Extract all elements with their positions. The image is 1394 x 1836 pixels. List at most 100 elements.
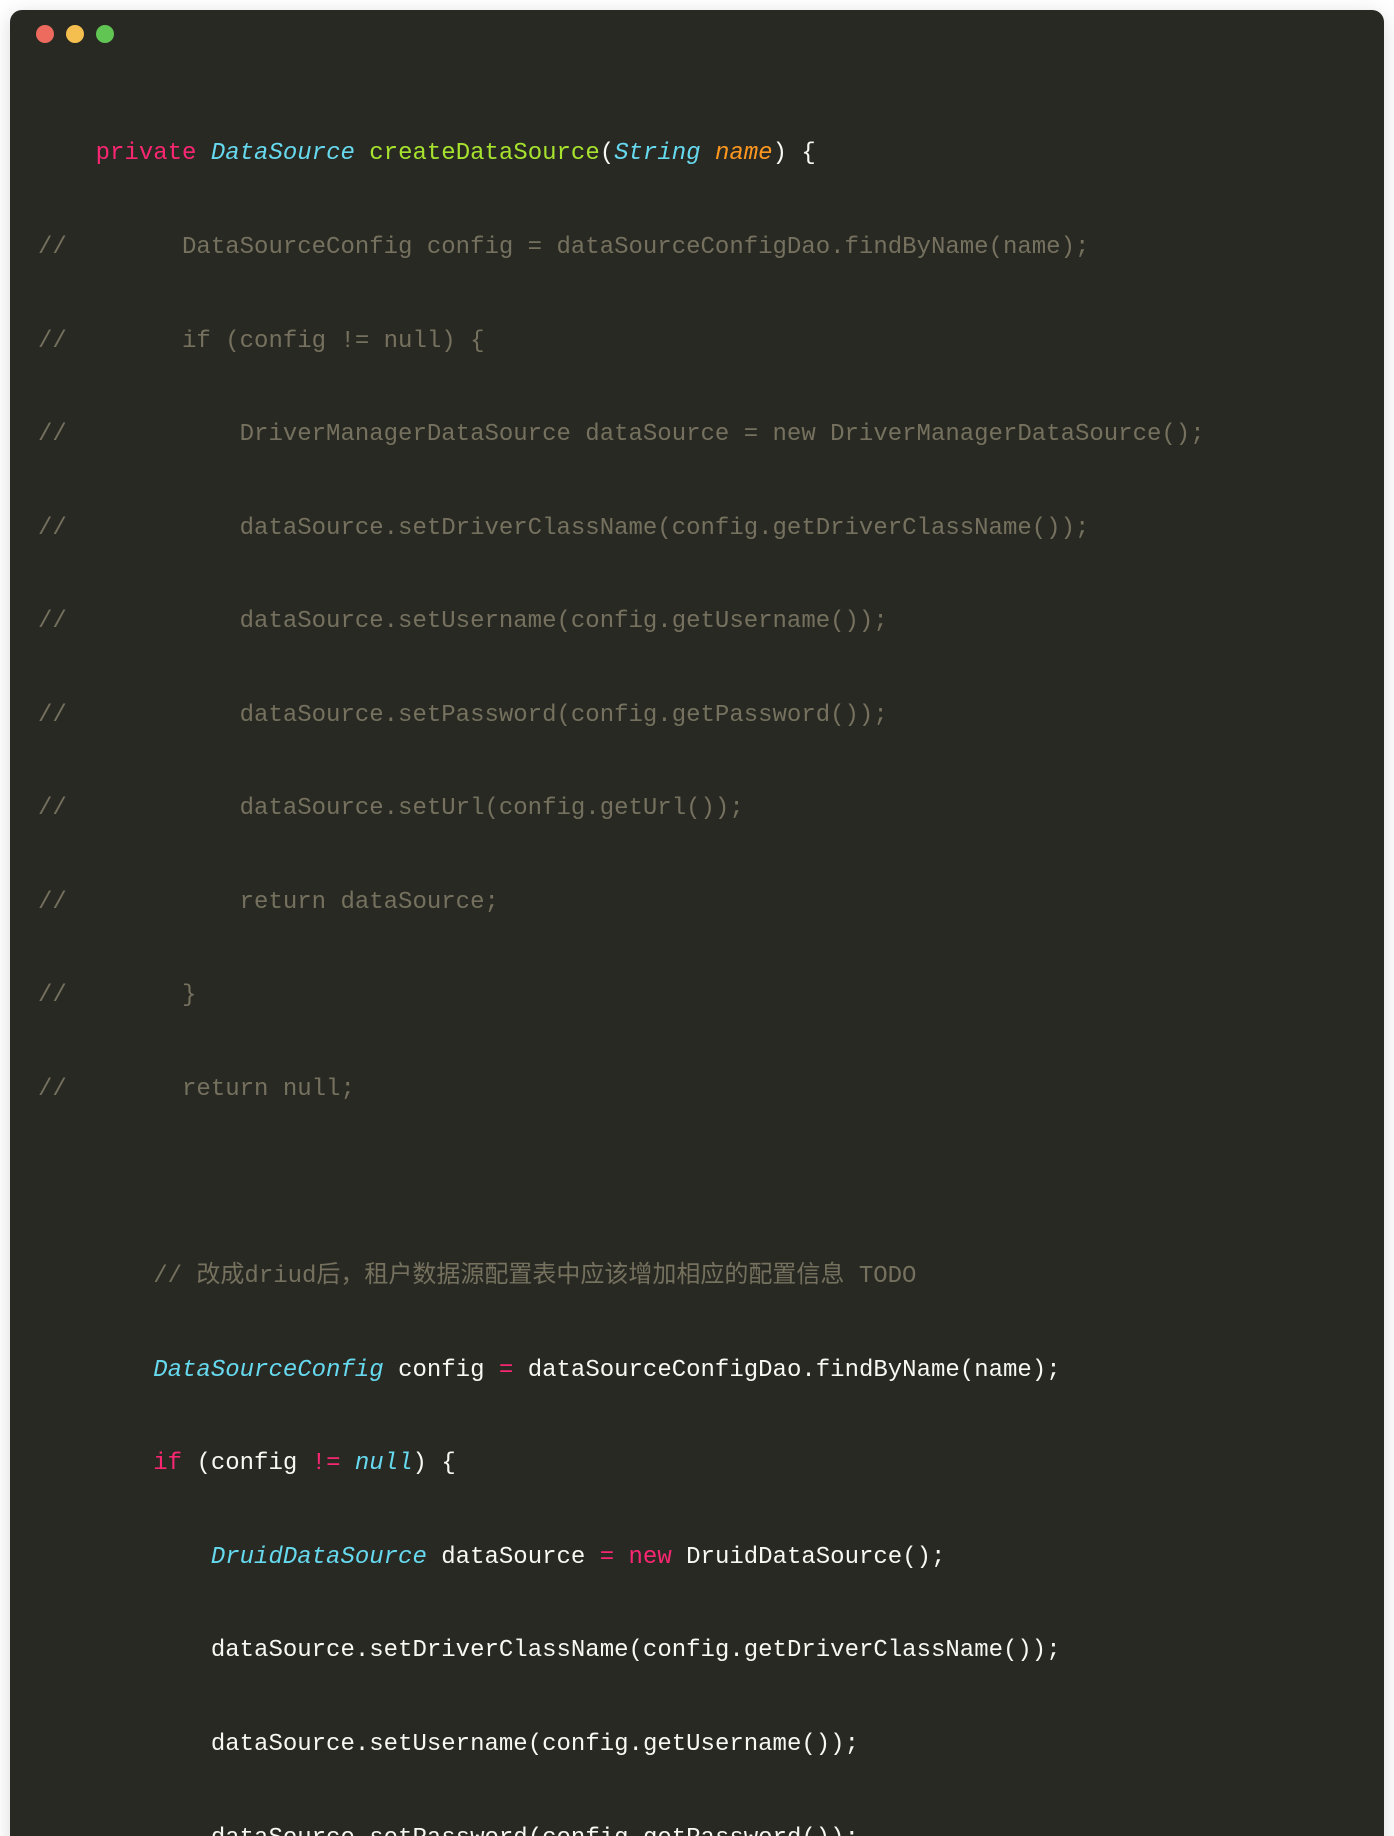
paren-open: ( bbox=[960, 1357, 974, 1384]
identifier: dataSource bbox=[441, 1544, 585, 1571]
editor-window: private DataSource createDataSource(Stri… bbox=[10, 10, 1384, 1836]
paren-open: ( bbox=[528, 1731, 542, 1758]
comment-todo: // 改成driud后，租户数据源配置表中应该增加相应的配置信息 TODO bbox=[153, 1263, 916, 1290]
indent bbox=[38, 1263, 153, 1290]
indent bbox=[38, 1637, 211, 1664]
paren-empty-semi: (); bbox=[902, 1544, 945, 1571]
comment-line: // dataSource.setDriverClassName(config.… bbox=[38, 513, 1356, 544]
method-call: getDriverClassName bbox=[744, 1637, 1003, 1664]
window-close-button[interactable] bbox=[36, 25, 54, 43]
dot: . bbox=[801, 1357, 815, 1384]
window-minimize-button[interactable] bbox=[66, 25, 84, 43]
space bbox=[787, 140, 801, 167]
indent bbox=[38, 1357, 153, 1384]
identifier: dataSource bbox=[211, 1731, 355, 1758]
comment-line: // DataSourceConfig config = dataSourceC… bbox=[38, 232, 1356, 263]
space bbox=[297, 1450, 311, 1477]
paren-open: ( bbox=[528, 1825, 542, 1836]
comment-line: // dataSource.setUrl(config.getUrl()); bbox=[38, 793, 1356, 824]
space bbox=[384, 1357, 398, 1384]
blank-line bbox=[38, 1168, 1356, 1199]
comment-line: // DriverManagerDataSource dataSource = … bbox=[38, 419, 1356, 450]
space bbox=[614, 1544, 628, 1571]
type-druiddatasource: DruidDataSource bbox=[211, 1544, 427, 1571]
identifier: name bbox=[974, 1357, 1032, 1384]
type-datasource: DataSource bbox=[211, 140, 355, 167]
identifier: config bbox=[643, 1637, 729, 1664]
space bbox=[196, 140, 210, 167]
space bbox=[427, 1544, 441, 1571]
indent bbox=[38, 1450, 153, 1477]
code-line: DataSourceConfig config = dataSourceConf… bbox=[38, 1355, 1356, 1386]
brace-open: { bbox=[801, 140, 815, 167]
space bbox=[585, 1544, 599, 1571]
identifier: config bbox=[398, 1357, 484, 1384]
code-line: DruidDataSource dataSource = new DruidDa… bbox=[38, 1542, 1356, 1573]
comment-line: // dataSource.setPassword(config.getPass… bbox=[38, 700, 1356, 731]
type-string: String bbox=[614, 140, 700, 167]
comment-line: // } bbox=[38, 980, 1356, 1011]
space bbox=[672, 1544, 686, 1571]
paren-tail: ()); bbox=[801, 1731, 859, 1758]
space bbox=[484, 1357, 498, 1384]
paren-open: ( bbox=[600, 140, 614, 167]
operator-noteq: != bbox=[312, 1450, 341, 1477]
paren-tail: ()); bbox=[801, 1825, 859, 1836]
paren-close: ) bbox=[773, 140, 787, 167]
identifier: config bbox=[211, 1450, 297, 1477]
operator-assign: = bbox=[499, 1357, 513, 1384]
identifier: dataSourceConfigDao bbox=[528, 1357, 802, 1384]
space bbox=[513, 1357, 527, 1384]
paren-open: ( bbox=[196, 1450, 210, 1477]
dot: . bbox=[355, 1825, 369, 1836]
indent bbox=[38, 1544, 211, 1571]
code-line: dataSource.setDriverClassName(config.get… bbox=[38, 1635, 1356, 1666]
comment-line: // if (config != null) { bbox=[38, 326, 1356, 357]
paren-tail: ()); bbox=[1003, 1637, 1061, 1664]
code-editor[interactable]: private DataSource createDataSource(Stri… bbox=[10, 58, 1384, 1836]
param-name: name bbox=[715, 140, 773, 167]
space bbox=[355, 140, 369, 167]
code-line: private DataSource createDataSource(Stri… bbox=[38, 138, 1356, 169]
identifier: dataSource bbox=[211, 1825, 355, 1836]
window-zoom-button[interactable] bbox=[96, 25, 114, 43]
comment-line: // dataSource.setUsername(config.getUser… bbox=[38, 606, 1356, 637]
brace-open: { bbox=[441, 1450, 455, 1477]
space bbox=[182, 1450, 196, 1477]
keyword-null: null bbox=[355, 1450, 413, 1477]
function-name: createDataSource bbox=[369, 140, 599, 167]
space bbox=[701, 140, 715, 167]
constructor-call: DruidDataSource bbox=[686, 1544, 902, 1571]
indent bbox=[38, 1825, 211, 1836]
identifier: dataSource bbox=[211, 1637, 355, 1664]
code-line: // 改成driud后，租户数据源配置表中应该增加相应的配置信息 TODO bbox=[38, 1261, 1356, 1292]
space bbox=[340, 1450, 354, 1477]
paren-close: ) bbox=[413, 1450, 427, 1477]
dot: . bbox=[355, 1637, 369, 1664]
operator-assign: = bbox=[600, 1544, 614, 1571]
keyword-private: private bbox=[96, 140, 197, 167]
method-call: setUsername bbox=[369, 1731, 527, 1758]
indent bbox=[38, 1731, 211, 1758]
code-line: dataSource.setPassword(config.getPasswor… bbox=[38, 1823, 1356, 1836]
identifier: config bbox=[542, 1825, 628, 1836]
comment-line: // return null; bbox=[38, 1074, 1356, 1105]
comment-line: // return dataSource; bbox=[38, 887, 1356, 918]
dot: . bbox=[629, 1825, 643, 1836]
paren-open: ( bbox=[629, 1637, 643, 1664]
dot: . bbox=[729, 1637, 743, 1664]
method-call: setDriverClassName bbox=[369, 1637, 628, 1664]
keyword-new: new bbox=[629, 1544, 672, 1571]
identifier: config bbox=[542, 1731, 628, 1758]
dot: . bbox=[629, 1731, 643, 1758]
paren-close-semi: ); bbox=[1032, 1357, 1061, 1384]
dot: . bbox=[355, 1731, 369, 1758]
code-line: dataSource.setUsername(config.getUsernam… bbox=[38, 1729, 1356, 1760]
method-call: getPassword bbox=[643, 1825, 801, 1836]
code-line: if (config != null) { bbox=[38, 1448, 1356, 1479]
window-titlebar bbox=[10, 10, 1384, 58]
space bbox=[427, 1450, 441, 1477]
keyword-if: if bbox=[153, 1450, 182, 1477]
method-call: getUsername bbox=[643, 1731, 801, 1758]
type-datasourceconfig: DataSourceConfig bbox=[153, 1357, 383, 1384]
